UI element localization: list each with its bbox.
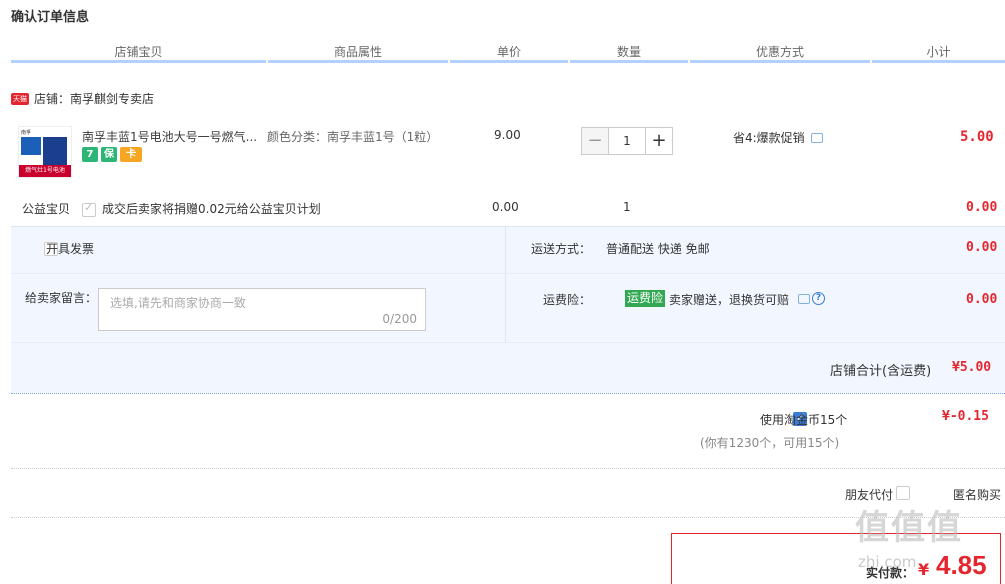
item-subtotal: 5.00 <box>960 129 994 145</box>
divider <box>11 468 1005 469</box>
tmall-icon: 天猫 <box>11 92 29 105</box>
col-attributes: 商品属性 <box>268 38 448 63</box>
insurance-badge: 运费险 <box>625 290 666 307</box>
panel-row-divider <box>11 342 1005 343</box>
shipping-subtotal: 0.00 <box>966 240 998 255</box>
insurance-icons: ? <box>798 292 825 305</box>
insurance-label: 运费险： <box>543 293 592 307</box>
invoice-label[interactable]: 开具发票 <box>46 240 94 257</box>
unit-price: 9.00 <box>494 128 521 142</box>
promotion-text: 省4:爆款促销 <box>733 131 805 145</box>
page-title: 确认订单信息 <box>11 10 90 25</box>
col-discount: 优惠方式 <box>690 38 870 63</box>
guarantee-icon[interactable]: 保 <box>101 147 117 162</box>
memo-label: 给卖家留言： <box>25 291 98 305</box>
seven-day-return-icon[interactable]: 7 <box>82 147 98 162</box>
payment-amount: 4.85 <box>936 550 987 580</box>
insurance-subtotal: 0.00 <box>966 292 998 307</box>
increase-quantity-button[interactable]: + <box>645 127 673 155</box>
shop-total-label: 店铺合计(含运费) <box>830 364 932 379</box>
charity-text: 成交后卖家将捐赠0.02元给公益宝贝计划 <box>102 202 321 216</box>
shop-name-link[interactable]: 店铺：南孚麒剑专卖店 <box>34 90 154 107</box>
order-table-header: 店铺宝贝 商品属性 单价 数量 优惠方式 小计 <box>11 38 1005 66</box>
charity-label: 公益宝贝 <box>22 202 71 216</box>
shipping-label: 运送方式： <box>531 242 592 256</box>
panel-divider <box>505 227 506 342</box>
watermark-text: zhi.com <box>858 553 917 571</box>
charity-price: 0.00 <box>492 200 519 214</box>
charity-checkbox <box>82 201 96 217</box>
memo-placeholder: 选填,请先和商家协商一致 <box>110 296 246 310</box>
col-shop-item: 店铺宝贝 <box>11 38 266 63</box>
coins-discount: ¥-0.15 <box>942 409 989 424</box>
promotion: 省4:爆款促销 <box>733 129 823 146</box>
col-quantity: 数量 <box>570 38 688 63</box>
insurance-text: 卖家赠送，退换货可赔 <box>669 293 790 307</box>
service-tags: 7 保 卡 <box>82 147 142 162</box>
shop-row: 天猫 店铺：南孚麒剑专卖店 <box>11 90 154 107</box>
col-unit-price: 单价 <box>450 38 568 63</box>
shop-total-value: ¥5.00 <box>952 360 992 375</box>
coins-hint: (你有1230个，可用15个) <box>700 436 840 450</box>
product-attributes: 颜色分类：南孚丰蓝1号（1粒） <box>267 130 439 144</box>
chat-bubble-icon[interactable] <box>810 132 823 143</box>
charity-quantity: 1 <box>623 200 631 214</box>
chat-bubble-icon[interactable] <box>798 293 810 304</box>
help-icon[interactable]: ? <box>812 292 825 305</box>
product-name-link[interactable]: 南孚丰蓝1号电池大号一号燃气... <box>82 128 262 145</box>
payment-currency: ¥ <box>918 560 930 579</box>
friend-pay-checkbox[interactable] <box>896 485 911 500</box>
thumb-caption: 燃气灶1号电池 <box>19 165 71 177</box>
thumb-battery <box>43 137 67 165</box>
coins-label[interactable]: 使用淘金币15个 <box>760 411 847 428</box>
charity-subtotal: 0.00 <box>966 200 998 215</box>
memo-char-count: 0/200 <box>382 312 417 326</box>
credit-card-icon[interactable]: 卡 <box>120 147 142 162</box>
thumb-brand-text: 南孚 <box>21 130 32 136</box>
seller-memo-input[interactable]: 选填,请先和商家协商一致 0/200 <box>98 288 426 331</box>
quantity-stepper: − 1 + <box>581 127 673 155</box>
panel-row-divider <box>11 273 1005 274</box>
col-subtotal: 小计 <box>872 38 1005 63</box>
watermark-logo: 值值值 <box>855 508 963 548</box>
shipping-method: 普通配送 快递 免邮 <box>606 242 710 256</box>
quantity-input[interactable]: 1 <box>609 127 645 155</box>
product-thumbnail[interactable]: 南孚 燃气灶1号电池 <box>18 126 72 178</box>
decrease-quantity-button[interactable]: − <box>581 127 609 155</box>
thumb-battery-pack <box>21 137 41 155</box>
